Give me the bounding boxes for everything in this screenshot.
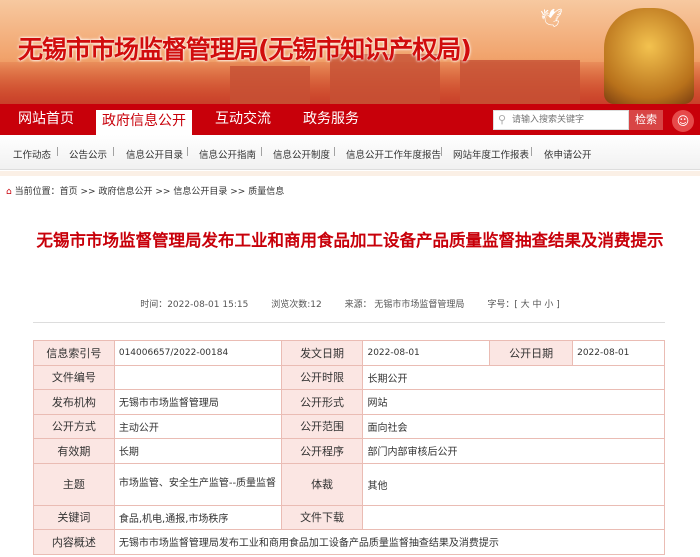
breadcrumb: ⌂ 当前位置：首页 >> 政府信息公开 >> 信息公开目录 >> 质量信息 <box>6 184 284 197</box>
value-cell: 市场监管、安全生产监管--质量监督 <box>113 462 282 506</box>
font-size-switch[interactable]: 字号：[ 大 中 小 ] <box>487 300 559 310</box>
dove-icon: 🕊 <box>540 8 563 29</box>
value-cell: 部门内部审核后公开 <box>362 438 665 464</box>
label-cell: 文件下载 <box>280 504 364 530</box>
separator: | <box>333 147 337 157</box>
breadcrumb-sep: >> <box>155 187 171 197</box>
label-cell: 主题 <box>33 462 115 506</box>
divider-strip <box>0 171 700 176</box>
article-title: 无锡市市场监督管理局发布工业和商用食品加工设备产品质量监督抽查结果及消费提示 <box>36 231 664 250</box>
table-row: 信息索引号 014006657/2022-00184 发文日期 2022-08-01… <box>33 340 665 366</box>
publish-time: 时间：2022-08-01 15:15 <box>140 300 249 310</box>
value-cell: 无锡市市场监督管理局发布工业和商用食品加工设备产品质量监督抽查结果及消费提示 <box>113 529 666 555</box>
label-cell: 有效期 <box>33 438 115 464</box>
value-cell: 长期公开 <box>362 364 665 390</box>
value-cell: 2022-08-01 <box>362 340 491 366</box>
breadcrumb-item[interactable]: 质量信息 <box>248 187 284 197</box>
search-input[interactable] <box>512 112 626 128</box>
table-row: 发布机构 无锡市市场监督管理局 公开形式 网站 <box>33 389 665 415</box>
separator: | <box>112 147 116 157</box>
label-cell: 公开范围 <box>280 413 364 439</box>
label-cell: 发文日期 <box>280 340 364 366</box>
nav-home[interactable]: 网站首页 <box>8 104 84 135</box>
value-cell: 面向社会 <box>362 413 665 439</box>
building-silhouette <box>460 60 580 104</box>
table-row: 公开方式 主动公开 公开范围 面向社会 <box>33 413 665 439</box>
lion-statue-image <box>604 8 694 104</box>
value-cell: 2022-08-01 <box>572 340 665 366</box>
nav-services[interactable]: 政务服务 <box>292 104 370 135</box>
label-cell: 信息索引号 <box>33 340 115 366</box>
subnav-item[interactable]: 工作动态 <box>13 147 51 161</box>
separator: | <box>260 147 264 157</box>
search-box: ⚲ <box>493 110 629 130</box>
breadcrumb-item[interactable]: 首页 <box>60 187 78 197</box>
breadcrumb-item[interactable]: 政府信息公开 <box>98 187 152 197</box>
subnav-item[interactable]: 公告公示 <box>69 147 107 161</box>
value-cell: 食品,机电,通报,市场秩序 <box>113 504 282 530</box>
subnav-item[interactable]: 信息公开工作年度报告 <box>346 147 441 161</box>
label-cell: 体裁 <box>280 462 364 506</box>
label-cell: 内容概述 <box>33 529 115 555</box>
nav-interaction[interactable]: 互动交流 <box>204 104 282 135</box>
site-banner: 🕊 无锡市市场监督管理局(无锡市知识产权局) <box>0 0 700 104</box>
search-button[interactable]: 检索 <box>629 110 663 130</box>
value-cell: 长期 <box>113 438 282 464</box>
divider <box>33 322 665 323</box>
value-cell <box>113 364 282 390</box>
breadcrumb-sep: >> <box>230 187 246 197</box>
separator: | <box>440 147 444 157</box>
label-cell: 发布机构 <box>33 389 115 415</box>
subnav-item[interactable]: 网站年度工作报表 <box>453 147 529 161</box>
value-cell: 其他 <box>362 462 665 506</box>
breadcrumb-sep: >> <box>80 187 96 197</box>
subnav-item[interactable]: 信息公开指南 <box>199 147 256 161</box>
subnav-item[interactable]: 信息公开制度 <box>273 147 330 161</box>
site-title: 无锡市市场监督管理局(无锡市知识产权局) <box>18 35 472 64</box>
breadcrumb-item[interactable]: 信息公开目录 <box>173 187 227 197</box>
breadcrumb-label: 当前位置： <box>14 187 60 197</box>
nav-gov-info[interactable]: 政府信息公开 <box>96 110 192 135</box>
label-cell: 公开方式 <box>33 413 115 439</box>
home-icon: ⌂ <box>6 187 12 197</box>
article-meta: 时间：2022-08-01 15:15 浏览次数:12 来源： 无锡市市场监督管… <box>0 297 700 310</box>
value-cell: 无锡市市场监督管理局 <box>113 389 282 415</box>
label-cell: 公开形式 <box>280 389 364 415</box>
table-row: 文件编号 公开时限 长期公开 <box>33 364 665 390</box>
sub-nav: 工作动态 | 公告公示 | 信息公开目录 | 信息公开指南 | 信息公开制度 | 信息公开… <box>0 135 700 170</box>
table-row: 关键词 食品,机电,通报,市场秩序 文件下载 <box>33 504 665 530</box>
separator: | <box>186 147 190 157</box>
value-cell: 主动公开 <box>113 413 282 439</box>
table-row: 主题 市场监管、安全生产监管--质量监督 体裁 其他 <box>33 462 665 506</box>
robot-assistant-icon[interactable]: ☺ <box>672 110 694 132</box>
value-cell: 网站 <box>362 389 665 415</box>
subnav-item[interactable]: 依申请公开 <box>544 147 592 161</box>
search-icon: ⚲ <box>498 113 507 126</box>
source: 来源： 无锡市市场监督管理局 <box>344 300 465 310</box>
view-count: 浏览次数:12 <box>271 300 322 310</box>
label-cell: 公开时限 <box>280 364 364 390</box>
file-download-cell <box>362 504 665 530</box>
value-cell: 014006657/2022-00184 <box>113 340 282 366</box>
separator: | <box>530 147 534 157</box>
label-cell: 关键词 <box>33 504 115 530</box>
building-silhouette <box>230 66 310 104</box>
label-cell: 公开程序 <box>280 438 364 464</box>
table-row: 内容概述 无锡市市场监督管理局发布工业和商用食品加工设备产品质量监督抽查结果及消费… <box>33 529 666 555</box>
separator: | <box>56 147 60 157</box>
table-row: 有效期 长期 公开程序 部门内部审核后公开 <box>33 438 665 464</box>
label-cell: 文件编号 <box>33 364 115 390</box>
info-table: 信息索引号 014006657/2022-00184 发文日期 2022-08-01… <box>33 340 666 555</box>
subnav-item[interactable]: 信息公开目录 <box>126 147 183 161</box>
label-cell: 公开日期 <box>489 340 574 366</box>
